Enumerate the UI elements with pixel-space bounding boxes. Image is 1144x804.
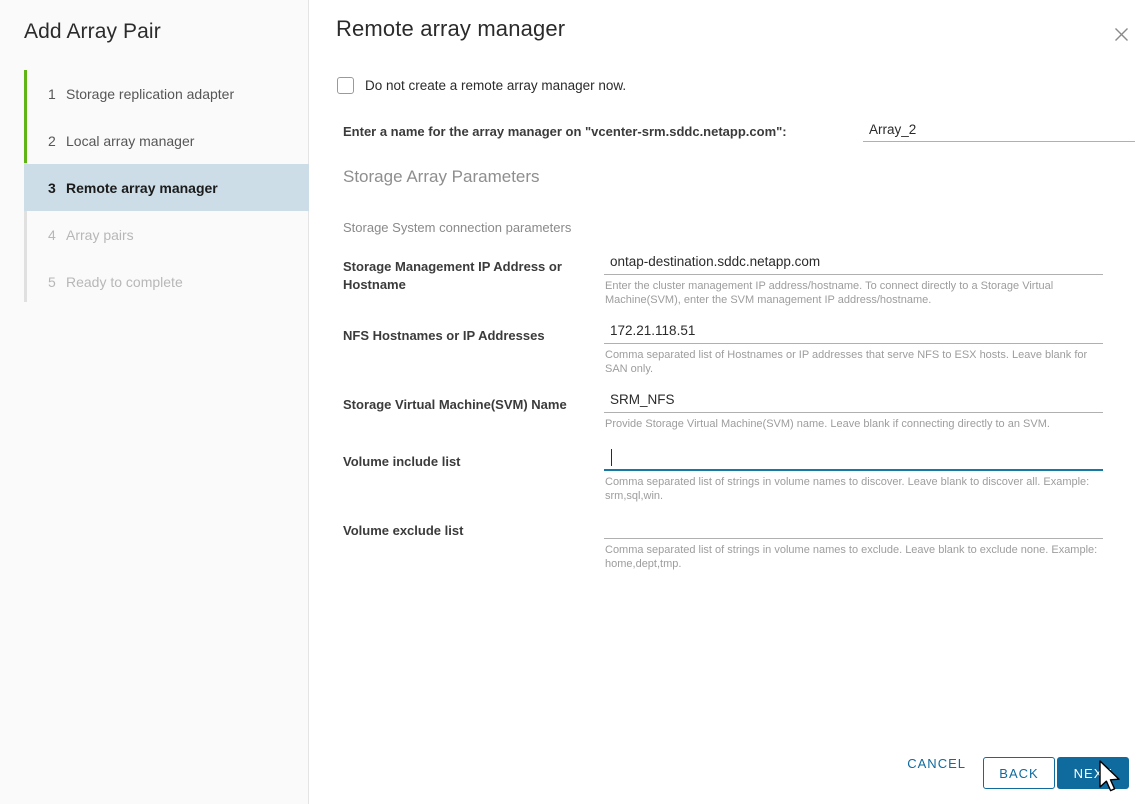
sidebar-step-number: 2 [48,132,56,149]
field-label: Volume include list [343,454,461,469]
field-input[interactable] [604,518,1103,539]
sidebar-step-label: Array pairs [66,226,134,243]
sidebar-step-number: 3 [48,179,56,196]
wizard-footer: CANCEL BACK NEXT [310,732,1144,804]
field-help-text: Comma separated list of strings in volum… [605,476,1090,502]
field-help-text: Comma separated list of Hostnames or IP … [605,349,1088,375]
sidebar-step-1[interactable]: 1 Storage replication adapter [24,70,309,117]
field-control: Comma separated list of strings in volum… [604,518,1103,571]
sidebar-step-label: Storage replication adapter [66,85,235,102]
array-manager-name-input[interactable] [863,122,1135,142]
field-help-text: Comma separated list of strings in volum… [605,544,1098,570]
field-control: Provide Storage Virtual Machine(SVM) nam… [604,392,1103,432]
field-label: Volume exclude list [343,523,464,538]
wizard-step-list: 1 Storage replication adapter 2 Local array… [24,70,309,305]
field-control: Comma separated list of Hostnames or IP … [604,323,1103,376]
cancel-button[interactable]: CANCEL [897,748,976,779]
field-label: Storage Virtual Machine(SVM) Name [343,397,567,412]
sidebar-step-label: Ready to complete [66,273,183,290]
array-manager-name-label: Enter a name for the array manager on "v… [343,124,787,139]
text-caret [611,449,612,466]
page-title: Add Array Pair [24,20,161,43]
field-help-text: Provide Storage Virtual Machine(SVM) nam… [605,418,1050,430]
wizard-sidebar: Add Array Pair 1 Storage replication adap… [0,0,309,804]
field-help-text: Enter the cluster management IP address/… [605,280,1054,306]
close-icon[interactable] [1107,20,1135,48]
storage-system-connection-subheading: Storage System connection parameters [343,220,572,235]
field-input[interactable] [604,254,1103,275]
sidebar-step-label: Local array manager [66,132,195,149]
field-input[interactable] [604,449,1103,471]
array-manager-name-row: Enter a name for the array manager on "v… [343,121,1135,147]
next-button[interactable]: NEXT [1057,757,1129,789]
sidebar-step-number: 5 [48,273,56,290]
back-button[interactable]: BACK [983,757,1055,789]
field-input[interactable] [604,392,1103,413]
field-control: Comma separated list of strings in volum… [604,449,1103,503]
sidebar-step-number: 1 [48,85,56,102]
sidebar-step-2[interactable]: 2 Local array manager [24,117,309,164]
add-array-pair-wizard: Add Array Pair 1 Storage replication adap… [0,0,1144,804]
storage-array-parameters-heading: Storage Array Parameters [343,167,540,186]
field-input[interactable] [604,323,1103,344]
panel-title: Remote array manager [336,16,566,41]
do-not-create-checkbox[interactable] [337,77,354,94]
field-label: NFS Hostnames or IP Addresses [343,328,545,343]
array-manager-name-input-wrap [863,121,1135,142]
sidebar-step-label: Remote array manager [66,179,218,196]
field-label: Storage Management IP Address or Hostnam… [343,259,562,292]
sidebar-step-3[interactable]: 3 Remote array manager [24,164,309,211]
main-panel: Remote array manager Do not create a rem… [310,0,1144,804]
sidebar-step-number: 4 [48,226,56,243]
sidebar-step-5: 5 Ready to complete [24,258,309,305]
sidebar-step-4: 4 Array pairs [24,211,309,258]
do-not-create-checkbox-label: Do not create a remote array manager now… [365,78,627,93]
do-not-create-checkbox-row[interactable]: Do not create a remote array manager now… [337,77,626,94]
field-control: Enter the cluster management IP address/… [604,254,1103,307]
